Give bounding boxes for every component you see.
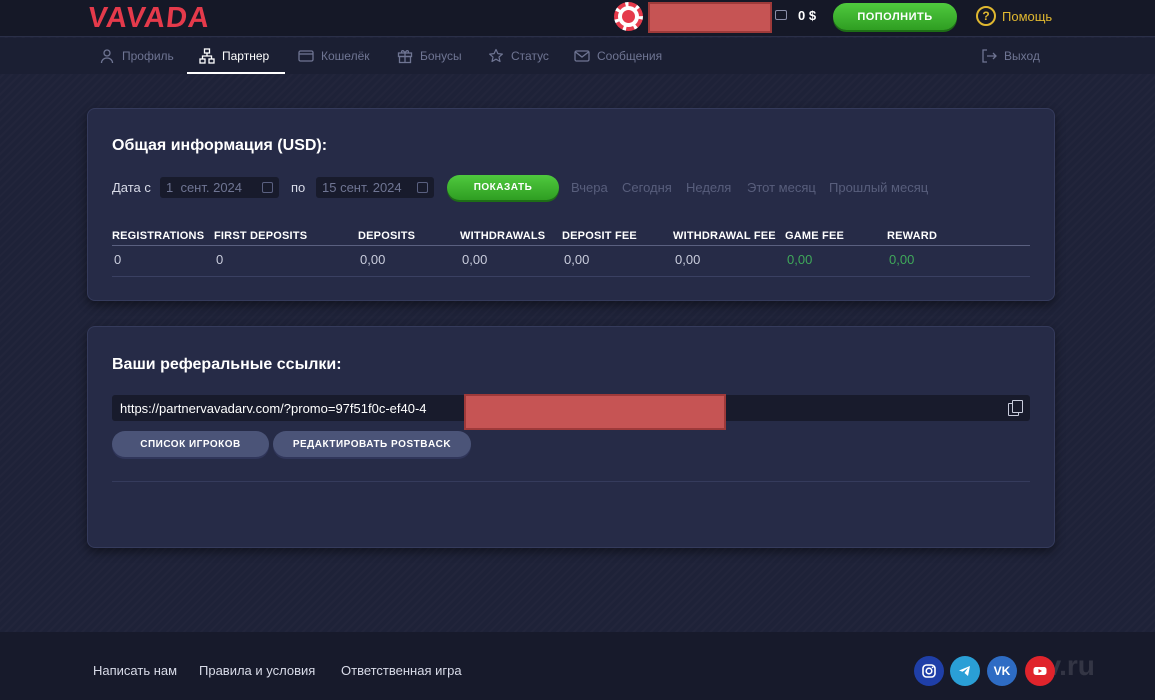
- referral-title: Ваши реферальные ссылки:: [112, 356, 342, 373]
- youtube-icon[interactable]: [1025, 656, 1055, 686]
- nav-item-status[interactable]: Статус: [488, 38, 549, 74]
- show-button[interactable]: ПОКАЗАТЬ: [447, 175, 559, 200]
- vk-icon[interactable]: VK: [987, 656, 1017, 686]
- date-to-value: 15 сент. 2024: [322, 180, 402, 195]
- referral-link-text: https://partnervavadarv.com/?promo=97f51…: [120, 400, 427, 416]
- col-withdrawal-fee: WITHDRAWAL FEE: [673, 230, 776, 242]
- col-deposits: DEPOSITS: [358, 230, 416, 242]
- nav-item-wallet[interactable]: Кошелёк: [298, 38, 370, 74]
- balance-amount: 0 $: [798, 8, 817, 23]
- vavada-logo[interactable]: VAVADA: [86, 2, 211, 35]
- players-list-button[interactable]: СПИСОК ИГРОКОВ: [112, 431, 269, 457]
- wallet-icon: [775, 10, 787, 20]
- deposit-button[interactable]: ПОПОЛНИТЬ: [833, 3, 957, 30]
- footer: Написать нам Правила и условия Ответстве…: [0, 632, 1155, 700]
- calendar-icon[interactable]: [417, 182, 428, 193]
- val-deposits: 0,00: [360, 252, 386, 267]
- val-reward: 0,00: [889, 252, 915, 267]
- nav-label-partner: Партнер: [222, 49, 270, 63]
- period-yesterday[interactable]: Вчера: [571, 180, 608, 195]
- copy-icon[interactable]: [1008, 400, 1023, 416]
- referral-links-panel: Ваши реферальные ссылки: https://partner…: [87, 326, 1055, 548]
- instagram-icon[interactable]: [914, 656, 944, 686]
- general-info-panel: Общая информация (USD): Дата с 1 сент. 2…: [87, 108, 1055, 301]
- logout-label: Выход: [1004, 49, 1040, 63]
- date-from-value: 1 сент. 2024: [166, 180, 243, 195]
- nav-item-bonuses[interactable]: Бонусы: [397, 38, 462, 74]
- period-this-month[interactable]: Этот месяц: [747, 180, 816, 195]
- nav-item-profile[interactable]: Профиль: [99, 38, 174, 74]
- val-game-fee: 0,00: [787, 252, 813, 267]
- calendar-icon[interactable]: [262, 182, 273, 193]
- date-to-label: по: [291, 180, 306, 195]
- col-first-deposits: FIRST DEPOSITS: [214, 230, 308, 242]
- nav-label-status: Статус: [511, 49, 549, 63]
- val-first-deposits: 0: [216, 252, 224, 267]
- val-deposit-fee: 0,00: [564, 252, 590, 267]
- nav-label-profile: Профиль: [122, 49, 174, 63]
- panel-divider: [112, 481, 1030, 482]
- footer-link-contact[interactable]: Написать нам: [93, 663, 177, 678]
- nav-item-partner[interactable]: Партнер: [199, 38, 269, 74]
- date-to-input[interactable]: 15 сент. 2024: [316, 177, 434, 198]
- network-icon: [199, 48, 215, 64]
- logout-icon: [981, 48, 997, 64]
- date-from-label: Дата с: [112, 180, 151, 195]
- period-today[interactable]: Сегодня: [622, 180, 672, 195]
- col-registrations: REGISTRATIONS: [112, 230, 205, 242]
- avatar-icon[interactable]: [614, 2, 643, 31]
- avatar-chip-center: [622, 10, 635, 23]
- nav-item-messages[interactable]: Сообщения: [574, 38, 662, 74]
- account-nav: Профиль Партнер Кошелёк Бонусы Статус Со…: [0, 38, 1155, 74]
- telegram-icon[interactable]: [950, 656, 980, 686]
- general-info-title: Общая информация (USD):: [112, 137, 328, 154]
- val-registrations: 0: [114, 252, 122, 267]
- val-withdrawal-fee: 0,00: [675, 252, 701, 267]
- col-deposit-fee: DEPOSIT FEE: [562, 230, 637, 242]
- nav-label-wallet: Кошелёк: [321, 49, 370, 63]
- col-reward: REWARD: [887, 230, 938, 242]
- table-row-divider: [112, 276, 1030, 277]
- nav-label-messages: Сообщения: [597, 49, 663, 63]
- wallet-icon: [298, 48, 314, 64]
- col-game-fee: GAME FEE: [785, 230, 845, 242]
- top-header: VAVADA 0 $ ПОПОЛНИТЬ ? Помощь: [0, 0, 1155, 37]
- period-last-month[interactable]: Прошлый месяц: [829, 180, 928, 195]
- active-tab-underline: [187, 72, 285, 74]
- help-link[interactable]: Помощь: [1002, 9, 1052, 24]
- gift-icon: [397, 48, 413, 64]
- user-icon: [99, 48, 115, 64]
- period-week[interactable]: Неделя: [686, 180, 731, 195]
- edit-postback-button[interactable]: РЕДАКТИРОВАТЬ POSTBACK: [273, 431, 471, 457]
- table-header-divider: [112, 245, 1030, 246]
- logout-button[interactable]: Выход: [981, 38, 1040, 74]
- star-icon: [488, 48, 504, 64]
- footer-link-responsible[interactable]: Ответственная игра: [341, 663, 462, 678]
- username-redacted: [648, 2, 772, 33]
- nav-label-bonuses: Бонусы: [420, 49, 462, 63]
- help-icon[interactable]: ?: [976, 6, 996, 26]
- mail-icon: [574, 48, 590, 64]
- footer-link-terms[interactable]: Правила и условия: [199, 663, 315, 678]
- date-from-input[interactable]: 1 сент. 2024: [160, 177, 279, 198]
- val-withdrawals: 0,00: [462, 252, 488, 267]
- referral-link-redacted: [464, 394, 726, 430]
- col-withdrawals: WITHDRAWALS: [460, 230, 546, 242]
